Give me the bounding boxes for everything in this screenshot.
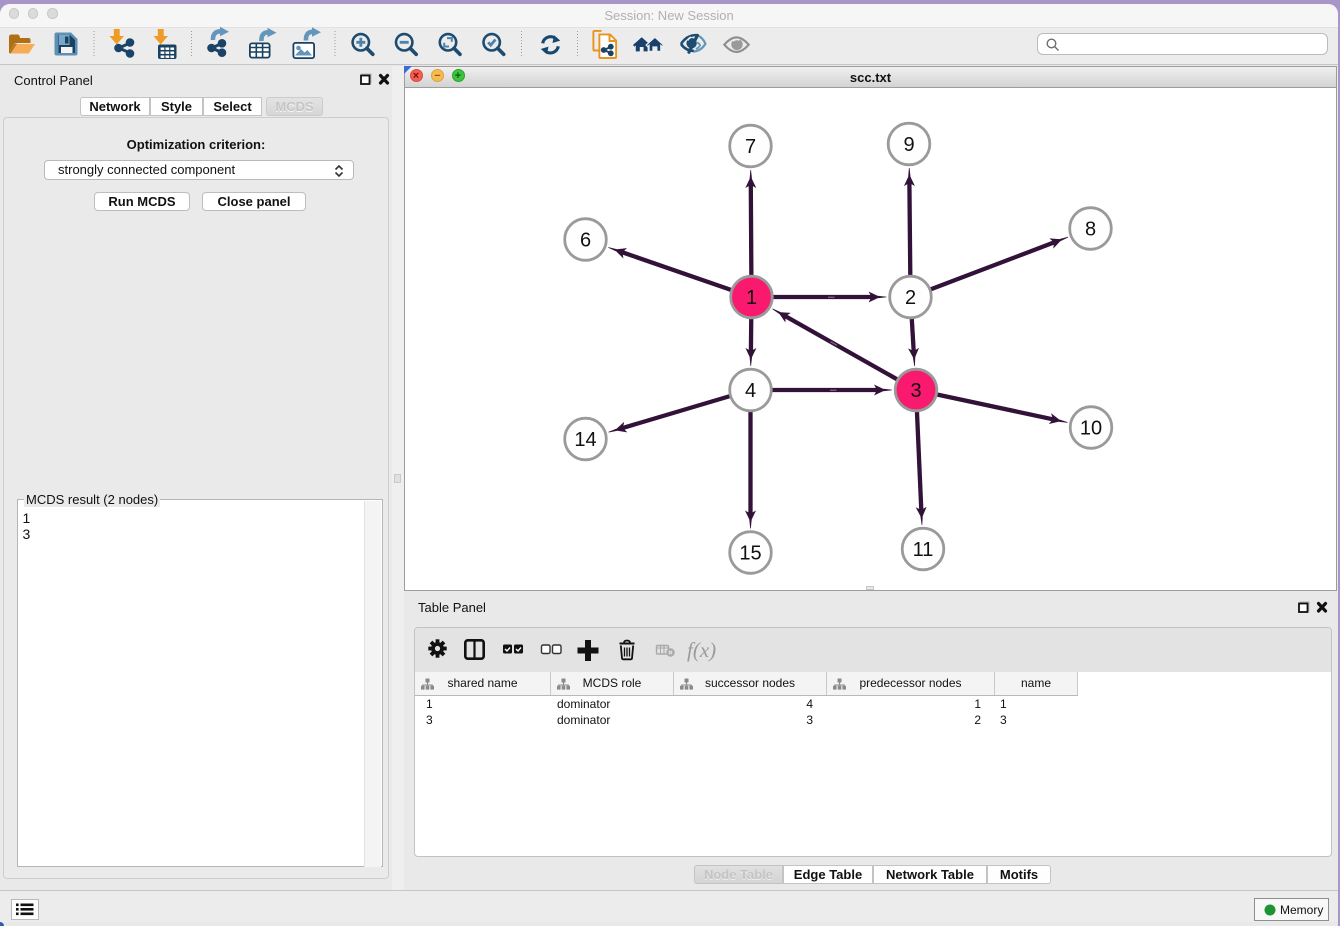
- svg-text:9: 9: [903, 134, 914, 156]
- svg-text:f(x): f(x): [687, 638, 716, 662]
- svg-text:8: 8: [1085, 219, 1096, 241]
- svg-text:7: 7: [745, 136, 756, 158]
- svg-text:3: 3: [910, 380, 921, 402]
- svg-text:11: 11: [913, 539, 934, 561]
- svg-text:4: 4: [745, 380, 756, 402]
- svg-text:14: 14: [574, 429, 596, 451]
- svg-text:2: 2: [905, 287, 916, 309]
- svg-text:6: 6: [580, 230, 591, 252]
- svg-text:1: 1: [746, 287, 757, 309]
- svg-text:15: 15: [739, 543, 761, 565]
- svg-text:10: 10: [1080, 418, 1102, 440]
